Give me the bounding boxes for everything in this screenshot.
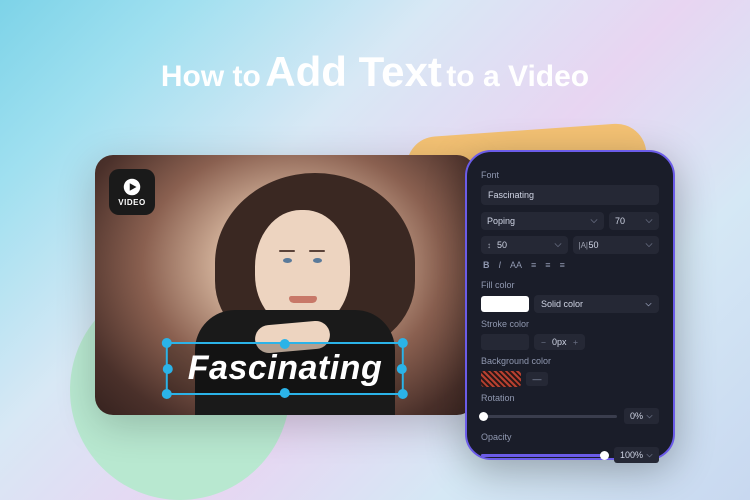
background-none-button[interactable]: —: [526, 372, 548, 386]
opacity-value[interactable]: 100%: [614, 447, 659, 463]
video-badge-label: VIDEO: [118, 198, 145, 207]
play-icon: [123, 178, 141, 196]
format-toolbar: B I AA ≡ ≡ ≡: [481, 260, 659, 270]
title-main: Add Text: [265, 48, 442, 95]
chevron-down-icon: [645, 217, 653, 225]
background-color-label: Background color: [481, 356, 659, 366]
align-left-button[interactable]: ≡: [531, 260, 536, 270]
letter-spacing-field[interactable]: |A|50: [573, 236, 660, 254]
line-height-field[interactable]: ↕50: [481, 236, 568, 254]
title-post: to a Video: [446, 60, 589, 93]
resize-handle-br[interactable]: [398, 389, 408, 399]
resize-handle-l[interactable]: [163, 364, 173, 374]
background-color-swatch[interactable]: [481, 371, 521, 387]
chevron-down-icon: [645, 301, 652, 308]
resize-handle-t[interactable]: [280, 339, 290, 349]
stroke-color-swatch[interactable]: [481, 334, 529, 350]
resize-handle-tl[interactable]: [162, 338, 172, 348]
font-size-field[interactable]: 70: [609, 212, 659, 230]
chevron-down-icon: [554, 241, 562, 249]
fill-color-label: Fill color: [481, 280, 659, 290]
fill-color-swatch[interactable]: [481, 296, 529, 312]
title-pre: How to: [161, 60, 261, 93]
rotation-value[interactable]: 0%: [624, 408, 659, 424]
text-overlay-selection[interactable]: Fascinating: [166, 342, 404, 395]
align-right-button[interactable]: ≡: [560, 260, 565, 270]
resize-handle-tr[interactable]: [398, 338, 408, 348]
video-badge: VIDEO: [109, 169, 155, 215]
case-button[interactable]: AA: [510, 260, 522, 270]
resize-handle-bl[interactable]: [162, 389, 172, 399]
font-section-label: Font: [481, 170, 659, 180]
text-properties-panel: Font Fascinating Poping 70 ↕50 |A|50 B I…: [465, 150, 675, 460]
stroke-size-stepper[interactable]: 0px: [534, 334, 585, 350]
align-center-button[interactable]: ≡: [545, 260, 550, 270]
italic-button[interactable]: I: [499, 260, 502, 270]
resize-handle-r[interactable]: [397, 364, 407, 374]
opacity-slider[interactable]: [481, 454, 607, 457]
minus-icon[interactable]: [540, 339, 547, 346]
font-family-select[interactable]: Poping: [481, 212, 604, 230]
opacity-label: Opacity: [481, 432, 659, 442]
chevron-down-icon: [645, 241, 653, 249]
video-preview[interactable]: VIDEO Fascinating: [95, 155, 475, 415]
plus-icon[interactable]: [572, 339, 579, 346]
chevron-down-icon: [646, 413, 653, 420]
chevron-down-icon: [646, 452, 653, 459]
rotation-label: Rotation: [481, 393, 659, 403]
hero-title: How to Add Text to a Video: [0, 48, 750, 96]
overlay-text[interactable]: Fascinating: [188, 349, 382, 388]
rotation-slider[interactable]: [481, 415, 617, 418]
bold-button[interactable]: B: [483, 260, 490, 270]
text-content-field[interactable]: Fascinating: [481, 185, 659, 205]
chevron-down-icon: [590, 217, 598, 225]
stroke-color-label: Stroke color: [481, 319, 659, 329]
fill-mode-select[interactable]: Solid color: [534, 295, 659, 313]
